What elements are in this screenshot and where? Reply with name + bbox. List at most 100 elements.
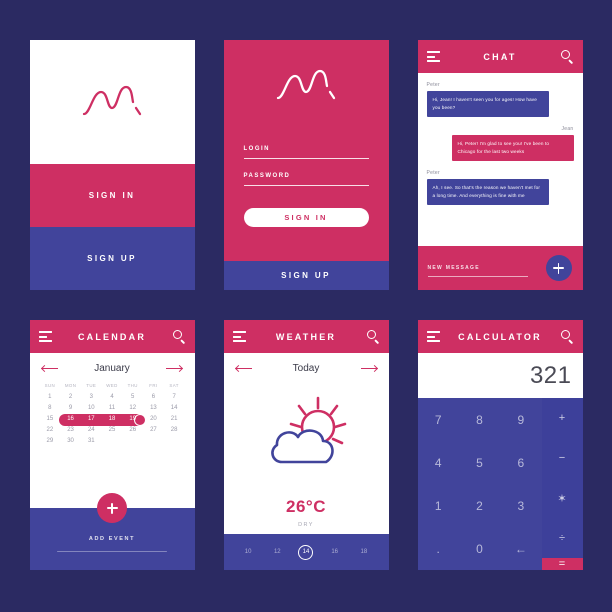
calendar-month-nav: January	[40, 360, 185, 383]
weather-hour[interactable]: 16	[327, 549, 343, 555]
calendar-day-selected[interactable]: 17	[81, 414, 102, 425]
calendar-day[interactable]: 6	[143, 392, 164, 403]
weather-hour[interactable]: 12	[269, 549, 285, 555]
calendar-day[interactable]: 27	[143, 425, 164, 436]
hamburger-menu-icon[interactable]	[38, 331, 52, 342]
chat-compose-input[interactable]: NEW MESSAGE	[428, 265, 480, 271]
search-icon[interactable]	[560, 330, 574, 344]
calendar-day[interactable]: 1	[40, 392, 61, 403]
calendar-weekday: SUN	[44, 383, 56, 388]
login-form-area: LOGIN PASSWORD SIGN IN	[224, 40, 389, 261]
calendar-day[interactable]: 23	[60, 425, 81, 436]
calendar-day[interactable]: 14	[164, 403, 185, 414]
login-sign-up-button[interactable]: SIGN UP	[223, 261, 389, 290]
calculator-key-4[interactable]: 4	[418, 441, 459, 484]
calendar-day[interactable]: 22	[40, 425, 61, 436]
calendar-day[interactable]: 12	[122, 403, 143, 414]
calculator-key-0[interactable]: 0	[459, 527, 500, 570]
calendar-day[interactable]: 26	[122, 425, 143, 436]
hamburger-menu-icon[interactable]	[232, 331, 246, 342]
calculator-display: 321	[417, 353, 583, 398]
calculator-display-value: 321	[529, 361, 572, 389]
weather-condition: DRY	[298, 522, 314, 528]
calendar-day[interactable]: 25	[102, 425, 123, 436]
chat-send-fab[interactable]	[545, 255, 572, 281]
calculator-key-2[interactable]: 2	[459, 484, 500, 527]
chat-message: Peter Hi, Jean! I haven't seen you for a…	[426, 82, 574, 118]
login-field[interactable]: LOGIN	[243, 146, 369, 159]
arrow-left-icon[interactable]	[40, 364, 58, 374]
arrow-right-icon[interactable]	[360, 364, 378, 374]
calculator-key-6[interactable]: 6	[500, 441, 541, 484]
calendar-add-event-label[interactable]: ADD EVENT	[89, 536, 135, 542]
search-icon[interactable]	[172, 330, 186, 344]
calendar-day[interactable]: 2	[60, 392, 81, 403]
search-icon[interactable]	[366, 330, 380, 344]
calculator-key-equals[interactable]: =	[541, 558, 583, 570]
calendar-day-today[interactable]: 19	[122, 414, 143, 425]
calculator-key-8[interactable]: 8	[459, 398, 500, 441]
calendar-day[interactable]: 11	[102, 403, 123, 414]
calculator-key-7[interactable]: 7	[418, 398, 459, 441]
sun-behind-cloud-icon	[256, 396, 356, 481]
calendar-add-event-fab[interactable]	[97, 493, 127, 523]
calculator-key-decimal[interactable]: .	[418, 527, 459, 570]
calendar-day[interactable]: 28	[164, 425, 185, 436]
splash-sign-in-label: SIGN IN	[88, 191, 136, 200]
calendar-day-selected[interactable]: 16	[60, 414, 81, 425]
calendar-day[interactable]: 31	[81, 436, 102, 447]
calendar-day[interactable]: 10	[81, 403, 102, 414]
screen-chat: CHAT Peter Hi, Jean! I haven't seen you …	[417, 40, 583, 290]
weather-temperature: 26°C	[286, 497, 326, 516]
password-field[interactable]: PASSWORD	[243, 173, 369, 186]
arrow-right-icon[interactable]	[166, 364, 184, 374]
calendar-day[interactable]: 30	[60, 436, 81, 447]
arrow-left-icon[interactable]	[234, 364, 252, 374]
calculator-key-backspace[interactable]: ←	[500, 527, 541, 570]
calculator-key-minus[interactable]: −	[542, 438, 583, 478]
calendar-day[interactable]: 8	[40, 403, 61, 414]
weather-hour[interactable]: 10	[240, 549, 256, 555]
calculator-key-plus[interactable]: +	[542, 398, 583, 438]
calendar-week-row: 29 30 31	[40, 436, 185, 447]
weather-hour[interactable]: 18	[356, 549, 372, 555]
calendar-day[interactable]: 29	[40, 436, 61, 447]
calendar-day[interactable]: 4	[102, 392, 123, 403]
calculator-key-3[interactable]: 3	[500, 484, 541, 527]
chat-message-bubble: Hi, Peter! I'm glad to see you! I've bee…	[451, 135, 574, 162]
calculator-key-multiply[interactable]: ✶	[542, 478, 583, 518]
calendar-day[interactable]: 21	[164, 414, 185, 425]
chat-message-list[interactable]: Peter Hi, Jean! I haven't seen you for a…	[417, 73, 583, 246]
calendar-day[interactable]: 3	[81, 392, 102, 403]
search-icon[interactable]	[560, 50, 574, 64]
calendar-day[interactable]: 5	[122, 392, 143, 403]
calculator-key-5[interactable]: 5	[459, 441, 500, 484]
mountain-logo-icon	[81, 84, 143, 121]
calendar-body: January SUN MON TUE WED THU FRI SAT 1 2 …	[29, 353, 195, 508]
calendar-day[interactable]: 7	[164, 392, 185, 403]
login-sign-in-button[interactable]: SIGN IN	[243, 208, 369, 227]
calculator-key-1[interactable]: 1	[418, 484, 459, 527]
calendar-day[interactable]: 24	[81, 425, 102, 436]
calculator-key-9[interactable]: 9	[500, 398, 541, 441]
calendar-day[interactable]: 15	[40, 414, 61, 425]
calendar-weekday: FRI	[149, 383, 158, 388]
chat-title: CHAT	[483, 51, 517, 62]
calculator-operator-pad: + − ✶ ÷ =	[541, 398, 583, 570]
login-field-label: LOGIN	[243, 146, 270, 152]
calculator-key-divide[interactable]: ÷	[542, 518, 583, 558]
calendar-day[interactable]: 9	[60, 403, 81, 414]
splash-sign-up-button[interactable]: SIGN UP	[29, 227, 195, 290]
hamburger-menu-icon[interactable]	[426, 51, 440, 62]
weather-appbar: WEATHER	[223, 320, 389, 353]
hamburger-menu-icon[interactable]	[426, 331, 440, 342]
splash-sign-in-button[interactable]: SIGN IN	[29, 164, 195, 227]
calendar-day-selected[interactable]: 18	[102, 414, 123, 425]
login-field-underline	[243, 158, 369, 159]
calendar-day[interactable]: 20	[143, 414, 164, 425]
weather-hour-current[interactable]: 14	[298, 544, 314, 560]
calendar-day[interactable]: 13	[143, 403, 164, 414]
calendar-week-row: 1 2 3 4 5 6 7	[40, 392, 185, 403]
calendar-week-row: 8 9 10 11 12 13 14	[40, 403, 185, 414]
calendar-day-empty	[143, 436, 164, 447]
